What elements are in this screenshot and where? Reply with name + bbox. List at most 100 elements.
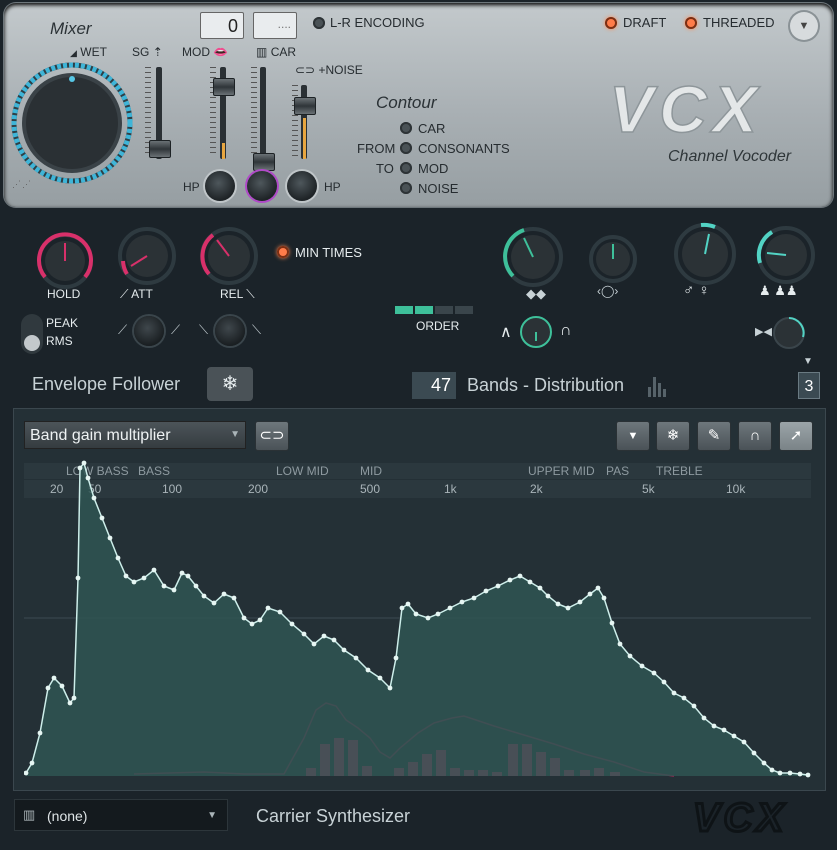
band-gain-graph[interactable]	[24, 458, 811, 780]
gain-point[interactable]	[81, 460, 87, 466]
gain-point[interactable]	[179, 570, 185, 576]
distribution-bars-icon[interactable]	[648, 373, 670, 397]
gain-point[interactable]	[37, 730, 43, 736]
gain-point[interactable]	[171, 587, 177, 593]
gain-point[interactable]	[75, 575, 81, 581]
gain-point[interactable]	[151, 567, 157, 573]
mod-hp-knob[interactable]	[247, 171, 277, 201]
car-slider-handle[interactable]	[253, 153, 275, 171]
gain-point[interactable]	[77, 465, 83, 471]
gain-point[interactable]	[617, 641, 623, 647]
contour-option-mod-led[interactable]	[400, 162, 412, 174]
gain-point[interactable]	[29, 760, 35, 766]
gain-point[interactable]	[651, 670, 657, 676]
gain-point[interactable]	[595, 585, 601, 591]
gain-point[interactable]	[67, 700, 73, 706]
gain-point[interactable]	[185, 573, 191, 579]
gain-point[interactable]	[537, 585, 543, 591]
gain-point[interactable]	[221, 591, 227, 597]
snap-button[interactable]: ∩	[738, 421, 772, 451]
gain-point[interactable]	[71, 695, 77, 701]
contour-option-car-led[interactable]	[400, 122, 412, 134]
value-box-2[interactable]: ....	[253, 12, 297, 39]
gain-point[interactable]	[517, 573, 523, 579]
gain-point[interactable]	[393, 655, 399, 661]
gain-point[interactable]	[627, 653, 633, 659]
gain-point[interactable]	[555, 601, 561, 607]
gain-point[interactable]	[787, 770, 793, 776]
car-slider-track[interactable]	[260, 67, 266, 159]
gain-point[interactable]	[311, 641, 317, 647]
bands-count-input[interactable]: 47	[412, 372, 456, 399]
contour-option-consonants-led[interactable]	[400, 142, 412, 154]
dropdown-arrow-icon[interactable]: ▼	[803, 356, 813, 367]
gain-point[interactable]	[257, 617, 263, 623]
gain-point[interactable]	[545, 593, 551, 599]
value-box[interactable]: 0	[200, 12, 244, 39]
gain-point[interactable]	[671, 690, 677, 696]
gain-point[interactable]	[99, 515, 105, 521]
gain-point[interactable]	[387, 685, 393, 691]
hp-knob-left[interactable]	[205, 171, 235, 201]
gain-point[interactable]	[353, 655, 359, 661]
gain-point[interactable]	[341, 647, 347, 653]
gain-point[interactable]	[701, 715, 707, 721]
gain-point[interactable]	[435, 611, 441, 617]
min-times-label[interactable]: MIN TIMES	[295, 245, 362, 260]
gain-point[interactable]	[805, 772, 811, 778]
threaded-led[interactable]	[685, 17, 697, 29]
gain-point[interactable]	[241, 615, 247, 621]
graph-menu-button[interactable]: ▼	[616, 421, 650, 451]
gain-point[interactable]	[609, 620, 615, 626]
gain-point[interactable]	[107, 535, 113, 541]
gain-point[interactable]	[527, 579, 533, 585]
gain-point[interactable]	[769, 767, 775, 773]
gain-point[interactable]	[711, 723, 717, 729]
noise-slider-handle[interactable]	[294, 97, 316, 115]
graph-freeze-button[interactable]: ❄	[656, 421, 690, 451]
gain-point[interactable]	[45, 685, 51, 691]
gain-point[interactable]	[797, 771, 803, 777]
gain-point[interactable]	[447, 605, 453, 611]
gain-point[interactable]	[131, 579, 137, 585]
gain-point[interactable]	[249, 621, 255, 627]
peak-rms-switch[interactable]	[21, 314, 43, 354]
min-times-led[interactable]	[277, 246, 289, 258]
draw-tool-button[interactable]: ✎	[697, 421, 731, 451]
gain-point[interactable]	[265, 605, 271, 611]
gain-point[interactable]	[123, 573, 129, 579]
rel-knob[interactable]	[199, 226, 259, 286]
gain-point[interactable]	[211, 600, 217, 606]
gain-point[interactable]	[399, 605, 405, 611]
gain-point[interactable]	[201, 593, 207, 599]
gain-point[interactable]	[761, 760, 767, 766]
gain-point[interactable]	[115, 555, 121, 561]
order-knob[interactable]	[519, 315, 553, 349]
shape-b-icon[interactable]: ∩	[560, 322, 572, 340]
gain-point[interactable]	[471, 595, 477, 601]
att-shape-knob[interactable]	[134, 316, 164, 346]
order-meter[interactable]	[395, 306, 473, 314]
gain-point[interactable]	[277, 609, 283, 615]
bandwidth-knob[interactable]	[772, 316, 806, 350]
gain-point[interactable]	[601, 595, 607, 601]
gain-point[interactable]	[495, 583, 501, 589]
att-knob[interactable]	[117, 226, 177, 286]
gain-point[interactable]	[483, 588, 489, 594]
gain-point[interactable]	[365, 667, 371, 673]
lr-encoding-led[interactable]	[313, 17, 325, 29]
wet-knob[interactable]	[10, 61, 134, 185]
contour-option-consonants[interactable]: CONSONANTS	[418, 141, 510, 156]
gain-point[interactable]	[161, 583, 167, 589]
stereo-width-knob[interactable]	[502, 226, 564, 288]
gain-point[interactable]	[141, 575, 147, 581]
pan-knob[interactable]	[588, 234, 638, 284]
gain-point[interactable]	[639, 663, 645, 669]
gain-point[interactable]	[459, 599, 465, 605]
gain-point[interactable]	[681, 695, 687, 701]
rel-shape-knob[interactable]	[215, 316, 245, 346]
gain-point[interactable]	[413, 611, 419, 617]
hold-knob[interactable]	[36, 232, 94, 290]
gain-point[interactable]	[231, 595, 237, 601]
gain-point[interactable]	[661, 679, 667, 685]
